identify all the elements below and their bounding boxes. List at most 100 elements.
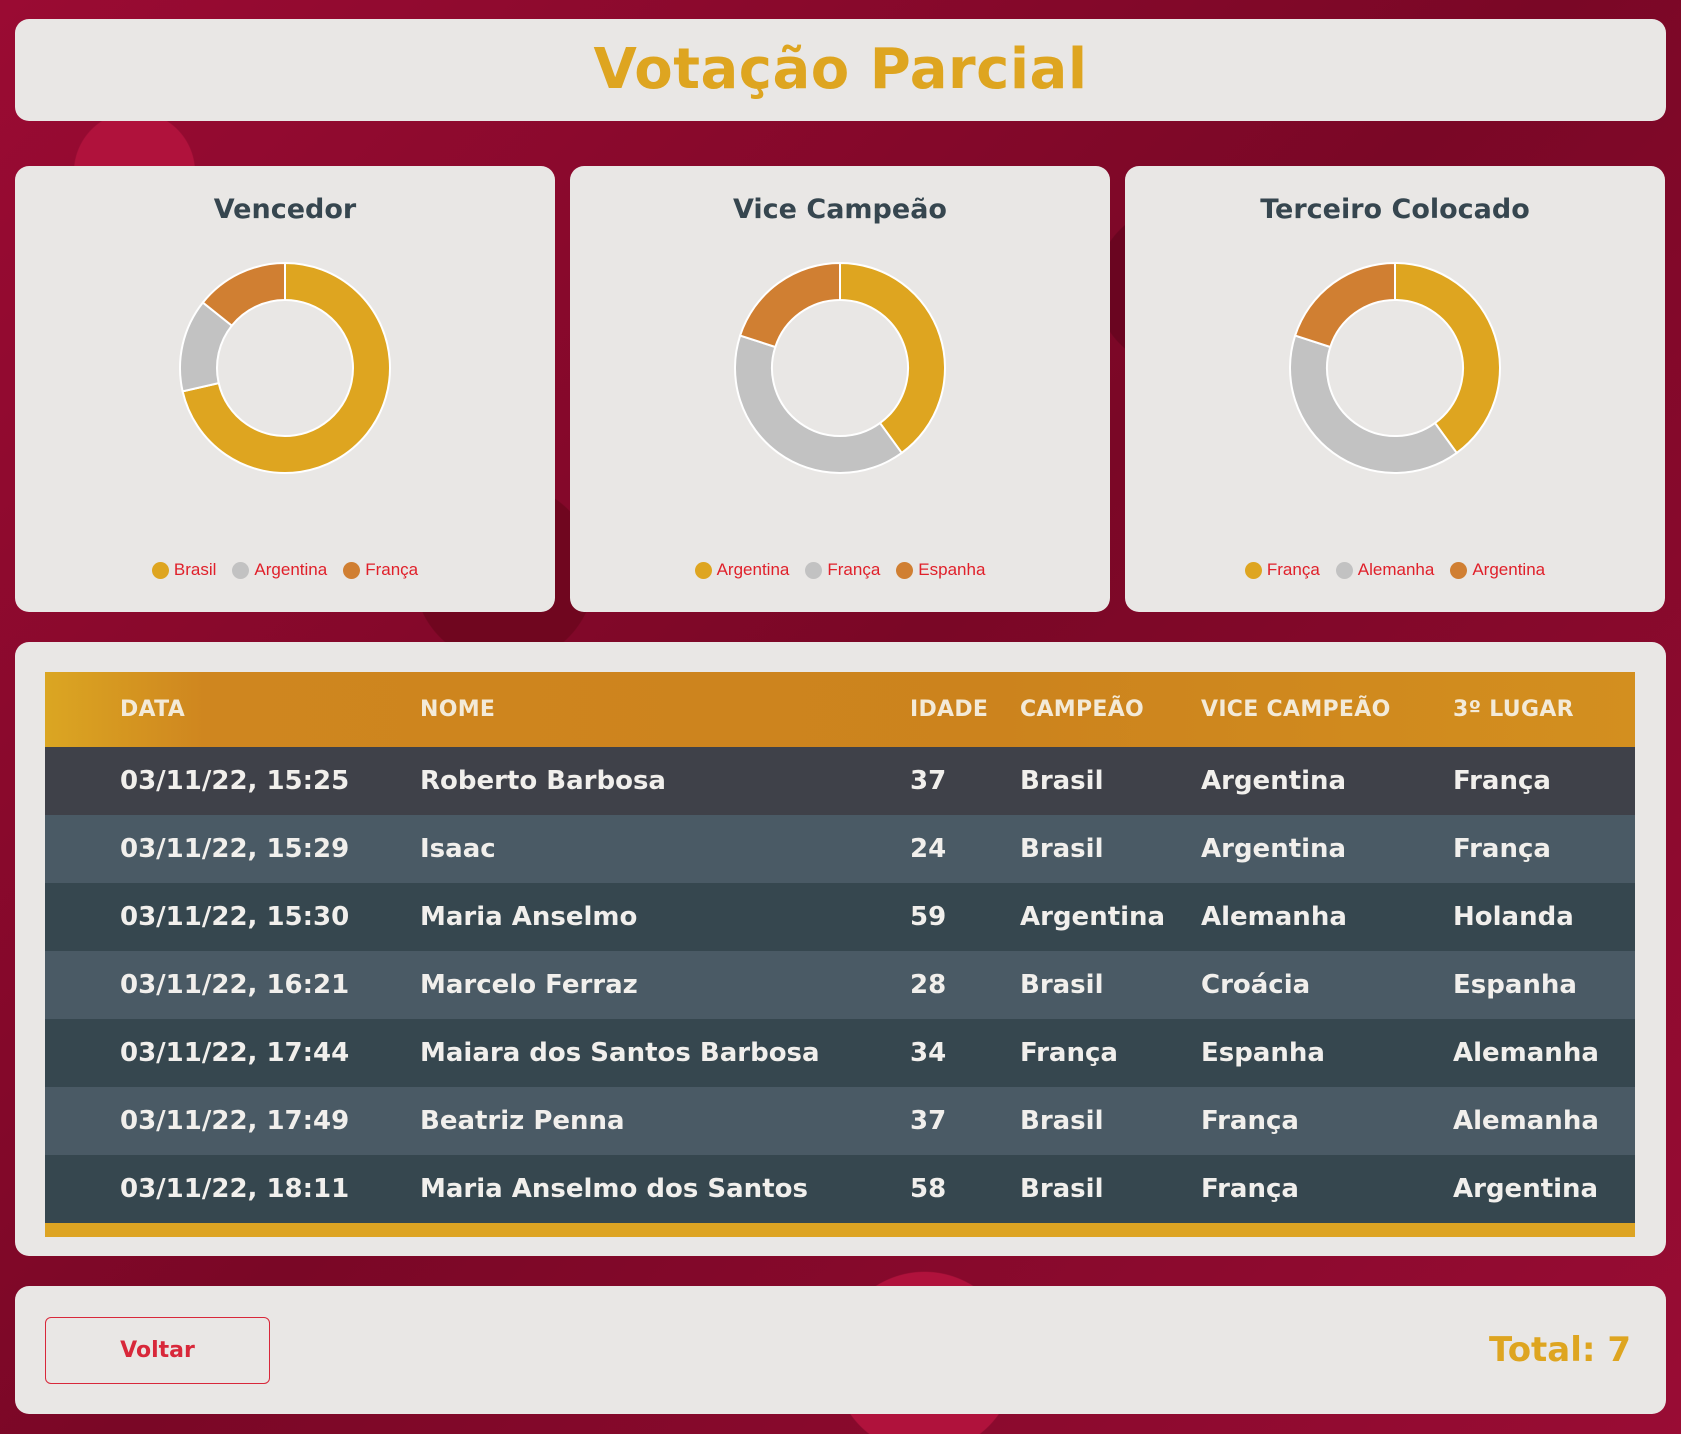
cell-idade: 59 (910, 902, 947, 932)
legend-dot (343, 561, 361, 579)
legend-item[interactable]: Brasil (151, 560, 217, 580)
cell-data: 03/11/22, 15:29 (120, 834, 350, 864)
legend-item[interactable]: França (1244, 560, 1320, 580)
chart-legend: Argentina França Espanha (570, 560, 1110, 580)
cell-terceiro-lugar: Espanha (1453, 970, 1577, 1000)
donut-slice[interactable] (734, 334, 904, 474)
legend-label: Espanha (918, 560, 986, 579)
cell-nome: Marcelo Ferraz (420, 970, 638, 1000)
chart-legend: França Alemanha Argentina (1125, 560, 1665, 580)
table-row: 03/11/22, 15:30 Maria Anselmo 59 Argentina A… (45, 883, 1635, 951)
cell-data: 03/11/22, 15:30 (120, 902, 350, 932)
cell-terceiro-lugar: França (1453, 766, 1551, 796)
legend-item[interactable]: França (805, 560, 880, 580)
donut-slice[interactable] (1289, 334, 1459, 474)
cell-terceiro-lugar: Alemanha (1453, 1038, 1599, 1068)
cell-data: 03/11/22, 18:11 (120, 1174, 350, 1204)
cell-vice-campeao: França (1201, 1174, 1299, 1204)
legend-dot (1335, 561, 1353, 579)
legend-dot (151, 561, 169, 579)
chart-card-terceiro-colocado: Terceiro Colocado França Alemanha Argentin… (1125, 166, 1665, 612)
cell-data: 03/11/22, 17:49 (120, 1106, 350, 1136)
votes-table-wrapper: DATA NOME IDADE CAMPEÃO VICE CAMPEÃO 3º … (45, 672, 1635, 1237)
donut-chart (1289, 261, 1501, 474)
cell-nome: Roberto Barbosa (420, 766, 666, 796)
header-nome: NOME (420, 697, 496, 722)
chart-title: Vice Campeão (733, 194, 947, 225)
cell-data: 03/11/22, 16:21 (120, 970, 350, 1000)
cell-idade: 34 (910, 1038, 947, 1068)
cell-terceiro-lugar: França (1453, 834, 1551, 864)
donut-slice[interactable] (1394, 261, 1501, 455)
table-row: 03/11/22, 17:49 Beatriz Penna 37 Brasil Fran… (45, 1087, 1635, 1155)
cell-campeao: Brasil (1020, 1174, 1104, 1204)
legend-item[interactable]: Alemanha (1335, 560, 1435, 580)
legend-item[interactable]: Argentina (1450, 560, 1545, 580)
legend-item[interactable]: França (343, 560, 418, 580)
cell-campeao: França (1020, 1038, 1118, 1068)
cell-campeao: Brasil (1020, 1106, 1104, 1136)
header-idade: IDADE (910, 697, 989, 722)
legend-item[interactable]: Argentina (694, 560, 790, 580)
donut-slice[interactable] (839, 261, 946, 455)
cell-vice-campeao: Alemanha (1201, 902, 1347, 932)
page-title: Votação Parcial (593, 37, 1088, 102)
legend-dot (1450, 561, 1468, 579)
legend-dot (1244, 561, 1262, 579)
cell-campeao: Brasil (1020, 970, 1104, 1000)
cell-nome: Maiara dos Santos Barbosa (420, 1038, 820, 1068)
legend-item[interactable]: Argentina (232, 560, 327, 580)
votes-table: DATA NOME IDADE CAMPEÃO VICE CAMPEÃO 3º … (45, 672, 1635, 1223)
cell-terceiro-lugar: Alemanha (1453, 1106, 1599, 1136)
legend-label: França (365, 560, 419, 579)
cell-idade: 37 (910, 766, 947, 796)
cell-nome: Maria Anselmo dos Santos (420, 1174, 808, 1204)
donut-slice[interactable] (738, 261, 841, 349)
footer-panel: Voltar Total: 7 (15, 1286, 1666, 1414)
header-data: DATA (120, 697, 186, 722)
cell-campeao: Brasil (1020, 834, 1104, 864)
legend-label: Argentina (716, 560, 790, 579)
donut-slice[interactable] (1293, 261, 1396, 349)
header-panel: Votação Parcial (15, 19, 1666, 121)
chart-card-vencedor: Vencedor Brasil Argentina França (15, 166, 555, 612)
cell-data: 03/11/22, 15:25 (120, 766, 350, 796)
legend-label: Argentina (1472, 560, 1546, 579)
legend-label: Argentina (254, 560, 328, 579)
table-row: 03/11/22, 15:29 Isaac 24 Brasil Argentina Fra… (45, 815, 1635, 883)
table-footer-bar (45, 1223, 1635, 1237)
votes-table-panel: DATA NOME IDADE CAMPEÃO VICE CAMPEÃO 3º … (15, 642, 1666, 1256)
cell-vice-campeao: Croácia (1201, 970, 1311, 1000)
legend-dot (232, 561, 250, 579)
cell-idade: 37 (910, 1106, 947, 1136)
legend-item[interactable]: Espanha (896, 560, 985, 580)
cell-data: 03/11/22, 17:44 (120, 1038, 350, 1068)
table-row: 03/11/22, 17:44 Maiara dos Santos Barbosa… (45, 1019, 1635, 1087)
header-campeao: CAMPEÃO (1020, 697, 1145, 722)
cell-nome: Maria Anselmo (420, 902, 638, 932)
table-row: 03/11/22, 18:11 Maria Anselmo dos Santos 5… (45, 1155, 1635, 1223)
legend-label: Alemanha (1357, 560, 1435, 579)
legend-label: França (1266, 560, 1320, 579)
chart-title: Terceiro Colocado (1260, 194, 1530, 225)
legend-dot (896, 561, 914, 579)
cell-nome: Isaac (420, 834, 496, 864)
cell-terceiro-lugar: Argentina (1453, 1174, 1599, 1204)
legend-label: França (827, 560, 881, 579)
header-terceiro-lugar: 3º LUGAR (1453, 697, 1574, 722)
cell-nome: Beatriz Penna (420, 1106, 625, 1136)
table-row: 03/11/22, 15:25 Roberto Barbosa 37 Brasil Ar… (45, 747, 1635, 815)
cell-idade: 24 (910, 834, 947, 864)
cell-idade: 58 (910, 1174, 947, 1204)
legend-label: Brasil (173, 560, 217, 579)
back-button[interactable]: Voltar (45, 1317, 270, 1384)
table-row: 03/11/22, 16:21 Marcelo Ferraz 28 Brasil Cro… (45, 951, 1635, 1019)
cell-vice-campeao: Argentina (1201, 766, 1347, 796)
cell-terceiro-lugar: Holanda (1453, 902, 1574, 932)
legend-dot (805, 561, 823, 579)
cell-vice-campeao: França (1201, 1106, 1299, 1136)
cell-campeao: Argentina (1020, 902, 1166, 932)
legend-dot (694, 561, 712, 579)
chart-legend: Brasil Argentina França (15, 560, 555, 580)
table-body: 03/11/22, 15:25 Roberto Barbosa 37 Brasil Ar… (45, 747, 1635, 1223)
